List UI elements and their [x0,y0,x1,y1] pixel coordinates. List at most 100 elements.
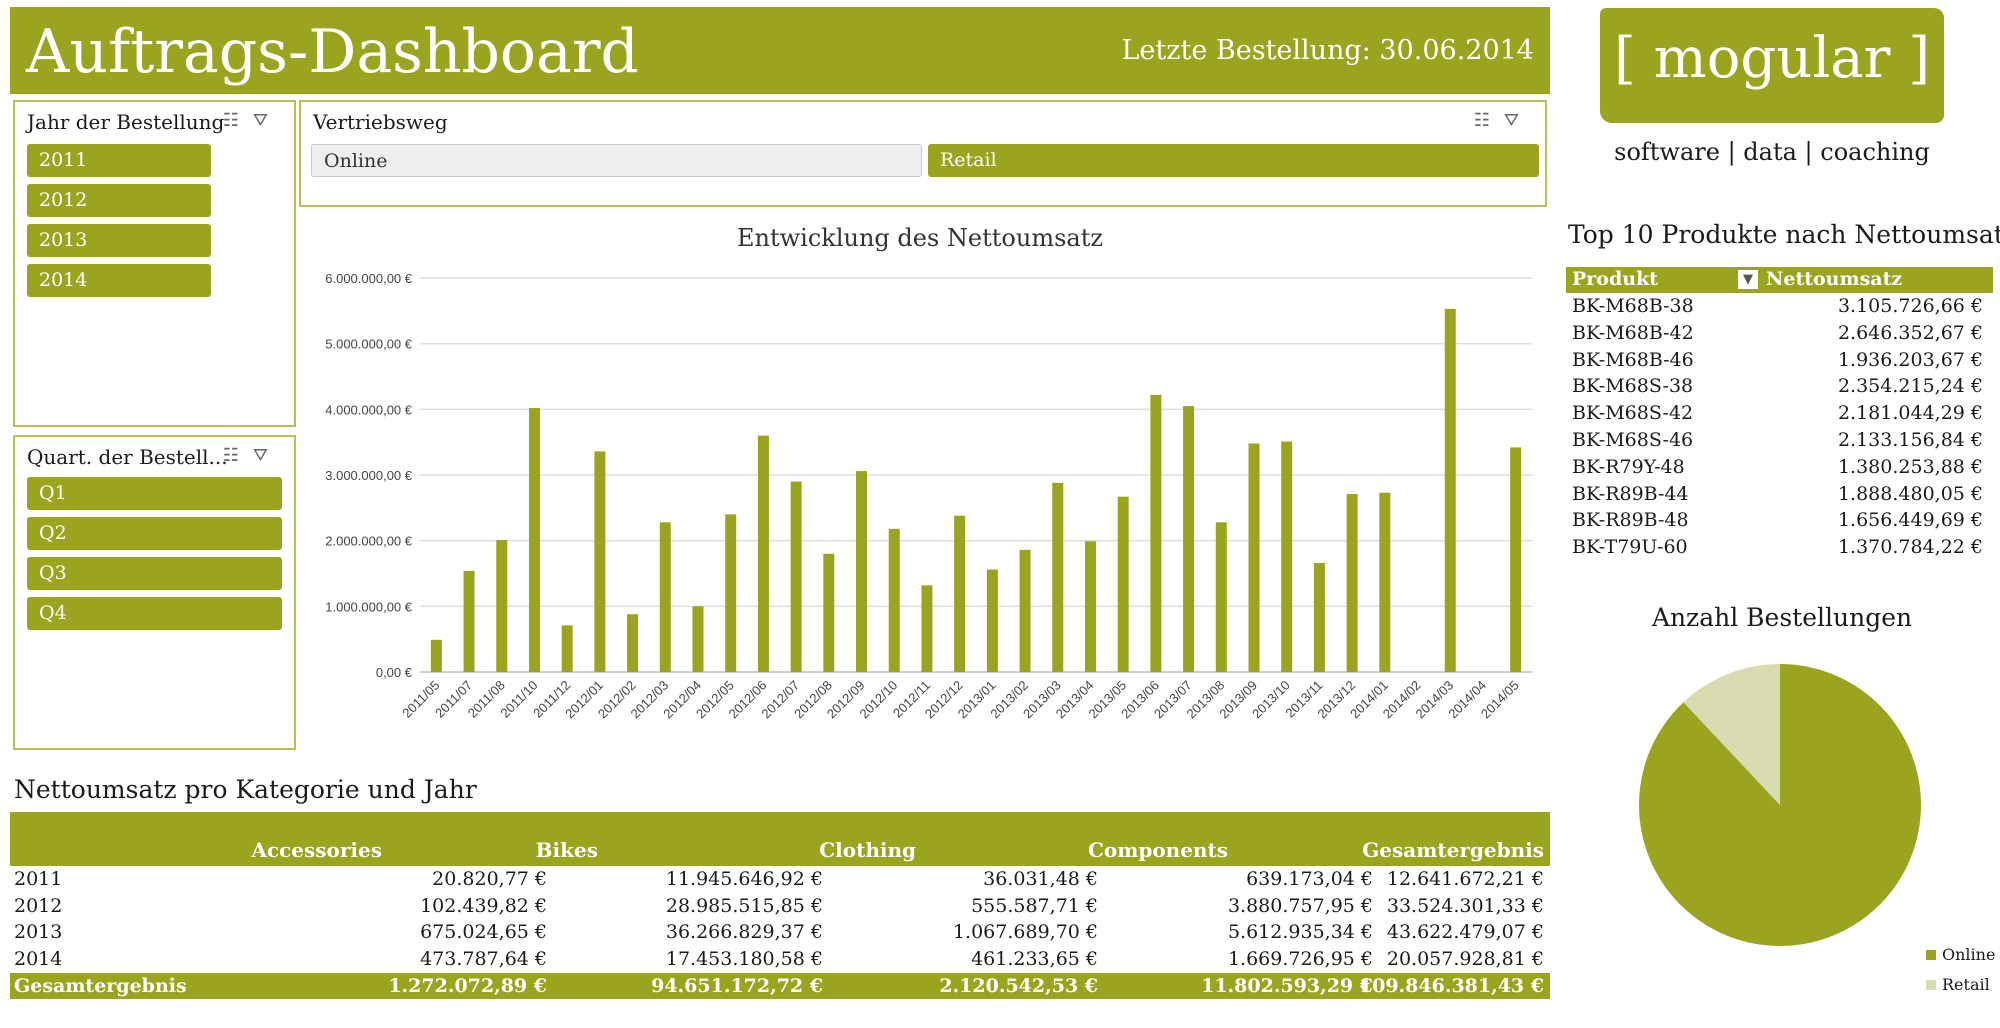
legend-label: Retail [1942,975,1990,994]
slicer-item-q2[interactable]: Q2 [27,517,282,550]
y-tick-label: 0,00 € [376,665,413,680]
cell-value: 28.985.515,85 € [665,894,823,917]
cell-value: 20.057.928,81 € [1386,948,1544,971]
product-revenue: 1.370.784,22 € [1837,536,1983,559]
cell-value: 1.272.072,89 € [388,974,547,997]
bar[interactable] [1379,492,1391,672]
slicer-item-retail[interactable]: Retail [928,144,1539,177]
bar[interactable] [1117,496,1129,672]
bar[interactable] [496,540,508,672]
column-header: Gesamtergebnis [1362,838,1544,862]
table-row: 2013 675.024,65 € 36.266.829,37 € 1.067.… [10,919,1550,946]
row-label: 2012 [14,894,63,917]
product-revenue: 2.354.215,24 € [1837,375,1983,398]
multi-select-icon[interactable]: ☷ [223,110,253,131]
slicer-item-q1[interactable]: Q1 [27,477,282,510]
bar[interactable] [692,606,704,672]
product-id: BK-M68S-38 [1572,375,1694,398]
company-logo: [ mogular ] [1600,8,1944,123]
multi-select-icon[interactable]: ☷ [223,445,253,466]
slicer-item-q3[interactable]: Q3 [27,557,282,590]
slicer-item-2014[interactable]: 2014 [27,264,211,297]
row-label: 2013 [14,921,63,944]
bar[interactable] [954,515,966,672]
column-header: Clothing [819,838,916,862]
clear-filter-icon[interactable]: ⛛ [253,110,282,131]
legend-retail: Retail [1926,975,1990,994]
bar[interactable] [1215,522,1227,672]
bar[interactable] [627,614,639,672]
bar[interactable] [725,514,737,672]
clear-filter-icon[interactable]: ⛛ [253,445,282,466]
cell-value: 639.173,04 € [1246,868,1373,890]
table-row: BK-M68B-42 2.646.352,67 € [1566,320,1993,347]
slicer-title: Quart. der Bestell... [27,445,228,469]
bar[interactable] [790,481,802,672]
clear-filter-icon[interactable]: ⛛ [1504,110,1533,131]
bar[interactable] [594,451,606,672]
product-revenue: 1.656.449,69 € [1837,509,1983,532]
bar[interactable] [1346,494,1358,672]
slicer-item-2011[interactable]: 2011 [27,144,211,177]
cell-value: 1.067.689,70 € [952,921,1098,944]
slicer-sales-channel: Vertriebsweg ☷⛛ Online Retail [299,100,1547,207]
slicer-item-online[interactable]: Online [311,144,922,177]
product-revenue: 1.888.480,05 € [1837,482,1983,505]
cell-value: 36.266.829,37 € [665,921,823,944]
column-header: Accessories [251,838,382,862]
bar[interactable] [430,639,442,672]
bar[interactable] [921,585,933,672]
multi-select-icon[interactable]: ☷ [1474,110,1504,131]
cell-value: 102.439,82 € [420,894,547,917]
cell-value: 2.120.542,53 € [939,974,1098,997]
chart-title: Entwicklung des Nettoumsatz [737,224,1103,252]
table-row: BK-M68S-38 2.354.215,24 € [1566,373,1993,400]
cell-value: 12.641.672,21 € [1386,868,1544,890]
cell-value: 5.612.935,34 € [1227,921,1373,944]
bar[interactable] [1084,541,1096,672]
cell-value: 473.787,64 € [420,948,547,971]
table-row: 2012 102.439,82 € 28.985.515,85 € 555.58… [10,893,1550,920]
y-tick-label: 3.000.000,00 € [325,468,413,483]
bar[interactable] [1052,482,1064,672]
bar[interactable] [1510,447,1522,672]
bar[interactable] [1248,443,1260,672]
y-tick-label: 5.000.000,00 € [325,337,413,352]
cell-value: 109.846.381,43 € [1358,974,1544,997]
product-id: BK-M68B-42 [1572,321,1694,344]
bar[interactable] [1281,441,1293,672]
column-header-product: Produkt [1572,268,1659,290]
cell-value: 3.880.757,95 € [1227,894,1373,917]
bar[interactable] [888,528,900,672]
product-id: BK-M68B-38 [1572,295,1694,317]
bar[interactable] [528,408,540,672]
column-header-revenue: Nettoumsatz [1766,268,1903,290]
column-header: Components [1087,838,1228,862]
table-row: BK-M68B-38 3.105.726,66 € [1566,293,1993,320]
orders-pie-chart [1639,664,1921,946]
slicer-item-2012[interactable]: 2012 [27,184,211,217]
slicer-item-2013[interactable]: 2013 [27,224,211,257]
bar[interactable] [1444,308,1456,672]
bar[interactable] [986,569,998,672]
bar[interactable] [856,471,868,672]
bar[interactable] [823,553,835,672]
logo-brand-text: [ mogular ] [1613,26,1931,91]
bar[interactable] [1150,394,1162,672]
top10-table: Produkt ▼ Nettoumsatz BK-M68B-38 3.105.72… [1566,267,1993,561]
y-tick-label: 1.000.000,00 € [325,599,413,614]
bar[interactable] [1019,549,1031,672]
bar[interactable] [561,625,573,672]
bar[interactable] [659,522,671,672]
slicer-item-q4[interactable]: Q4 [27,597,282,630]
sort-filter-icon[interactable]: ▼ [1738,270,1758,289]
cell-value: 33.524.301,33 € [1386,894,1544,917]
column-header: Bikes [535,838,598,862]
table-total-row: Gesamtergebnis 1.272.072,89 € 94.651.172… [10,972,1550,1000]
bar[interactable] [1183,406,1195,672]
cell-value: 675.024,65 € [420,921,547,944]
bar[interactable] [1313,562,1325,672]
bar[interactable] [757,435,769,672]
bar[interactable] [463,570,475,672]
table-header: Produkt ▼ Nettoumsatz [1566,267,1993,293]
